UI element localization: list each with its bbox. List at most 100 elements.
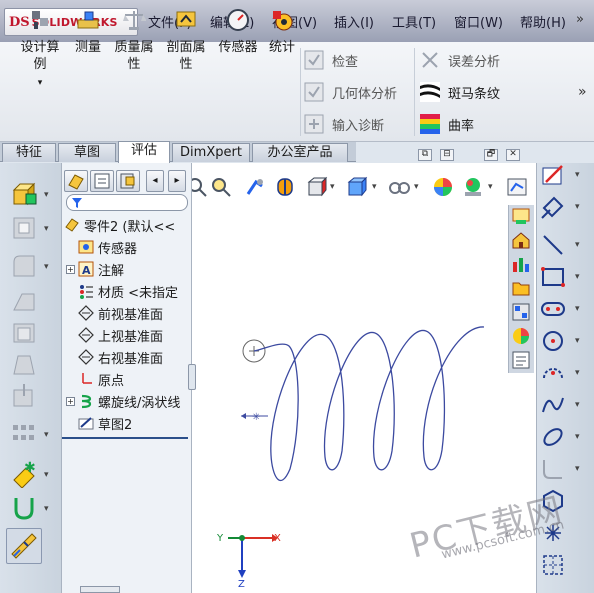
tree-scroll-right-button[interactable]: ▸ [168,170,186,192]
shell-icon[interactable] [10,318,38,346]
previous-view-icon[interactable] [244,176,266,198]
tree-item-right-plane[interactable]: 右视基准面 [66,346,163,368]
section-view-icon[interactable] [274,176,296,198]
section-properties-button[interactable]: 剖面属性 [162,8,210,73]
reference-geometry-icon[interactable]: ✱ [10,460,38,488]
ellipse-icon[interactable] [540,424,566,450]
deviation-analysis-button[interactable]: 误差分析 [420,50,500,70]
restore-window-icon[interactable]: 🗗 [484,149,498,161]
design-study-button[interactable]: 设计算例 ▾ [14,8,66,92]
menu-window[interactable]: 窗口(W) [454,12,503,31]
geometry-analysis-button[interactable]: 几何体分析 [304,82,397,102]
tree-scroll-left-button[interactable]: ◂ [146,170,164,192]
design-library-icon[interactable] [511,254,531,274]
configurationmanager-tab[interactable] [116,170,140,192]
expand-icon[interactable]: + [66,264,75,274]
design-study-dropdown-icon[interactable]: ▾ [14,75,66,92]
display-style-dropdown-icon[interactable]: ▾ [372,182,377,192]
tree-filter-input[interactable] [66,194,188,211]
panel-splitter-handle[interactable] [188,364,196,390]
fillet-dropdown-icon[interactable]: ▾ [44,262,49,272]
fillet-icon[interactable] [10,252,38,280]
pattern-dropdown-icon[interactable]: ▾ [44,430,49,440]
close-window-icon[interactable]: ✕ [506,149,520,161]
minimize-window-icon[interactable]: ⊟ [440,149,454,161]
apply-scene-icon[interactable] [462,176,484,198]
dimension-dropdown-icon[interactable]: ▾ [575,202,580,212]
extrude-dropdown-icon[interactable]: ▾ [44,190,49,200]
edit-appearance-icon[interactable] [432,176,454,198]
view-orientation-icon[interactable] [306,176,328,198]
curves-icon[interactable] [10,494,38,522]
helix-curve[interactable]: ✳ [192,205,508,505]
cut-dropdown-icon[interactable]: ▾ [44,224,49,234]
extruded-boss-icon[interactable] [10,180,38,208]
menu-insert[interactable]: 插入(I) [334,12,374,31]
zebra-stripes-button[interactable]: 斑马条纹 [420,82,500,102]
tab-evaluate[interactable]: 评估 [118,141,170,163]
helix-path[interactable] [253,326,485,482]
circle-icon[interactable] [540,328,566,354]
menu-pin-icon[interactable]: » [576,12,584,27]
rectangle-icon[interactable] [540,264,566,290]
solidworks-resources-icon[interactable] [511,206,531,226]
measure-button[interactable]: 测量 [72,8,104,56]
extruded-cut-icon[interactable] [10,214,38,242]
menu-tools[interactable]: 工具(T) [392,12,436,31]
view-settings-icon[interactable] [506,176,528,198]
tree-item-front-plane[interactable]: 前视基准面 [66,302,163,324]
hide-show-dropdown-icon[interactable]: ▾ [414,182,419,192]
tab-sketch[interactable]: 草图 [58,143,116,162]
arc-icon[interactable] [540,360,566,386]
hide-show-items-icon[interactable] [388,176,410,198]
spline-icon[interactable] [540,392,566,418]
sketch-dropdown-icon[interactable]: ▾ [575,170,580,180]
tree-item-sketch2[interactable]: 草图2 [66,412,132,434]
expand-icon[interactable]: + [66,396,75,406]
tree-rollback-bar[interactable] [62,437,188,439]
check-button[interactable]: 检查 [304,50,358,70]
view-palette-icon[interactable] [511,302,531,322]
line-icon[interactable] [540,232,566,258]
curves-dropdown-icon[interactable]: ▾ [44,504,49,514]
tab-features[interactable]: 特征 [2,143,56,162]
tree-item-helix[interactable]: + 螺旋线/涡状线 [66,390,190,412]
slot-dropdown-icon[interactable]: ▾ [575,304,580,314]
tab-dimxpert[interactable]: DimXpert [172,143,250,162]
tree-item-origin[interactable]: 原点 [66,368,124,390]
ellipse-dropdown-icon[interactable]: ▾ [575,432,580,442]
tree-item-sensors[interactable]: 传感器 [66,236,137,258]
custom-properties-icon[interactable] [511,350,531,370]
file-explorer-icon[interactable] [511,278,531,298]
curvature-button[interactable]: 曲率 [420,114,474,134]
arc-dropdown-icon[interactable]: ▾ [575,368,580,378]
wrap-icon[interactable] [10,382,38,410]
fillet-sketch-dropdown-icon[interactable]: ▾ [575,464,580,474]
ribbon-more-icon[interactable]: » [578,84,587,100]
appearances-icon[interactable] [511,326,531,346]
linear-pattern-icon[interactable] [10,420,38,448]
import-diagnostics-button[interactable]: 输入诊断 [304,114,384,134]
tab-office-products[interactable]: 办公室产品 [252,143,348,162]
circle-dropdown-icon[interactable]: ▾ [575,336,580,346]
propertymanager-tab[interactable] [90,170,114,192]
featuremanager-tab[interactable] [64,170,88,192]
spline-dropdown-icon[interactable]: ▾ [575,400,580,410]
statistics-button[interactable]: 统计 [266,8,298,56]
tile-window-icon[interactable]: ⧉ [418,149,432,161]
centerline-grid-icon[interactable] [540,552,566,578]
reference-geometry-dropdown-icon[interactable]: ▾ [44,470,49,480]
tree-root-part[interactable]: 零件2 (默认<< [64,214,190,236]
fillet-sketch-icon[interactable] [540,456,566,482]
draft-icon[interactable] [10,350,38,378]
home-icon[interactable] [511,230,531,250]
smart-dimension-icon[interactable] [540,194,566,220]
tree-item-annotations[interactable]: + A 注解 [66,258,124,280]
tree-item-top-plane[interactable]: 上视基准面 [66,324,163,346]
rib-icon[interactable] [10,286,38,314]
apply-scene-dropdown-icon[interactable]: ▾ [488,182,493,192]
zoom-to-area-icon[interactable] [210,176,232,198]
view-orientation-dropdown-icon[interactable]: ▾ [330,182,335,192]
display-style-icon[interactable] [346,176,368,198]
tree-scrollbar[interactable] [80,586,120,593]
